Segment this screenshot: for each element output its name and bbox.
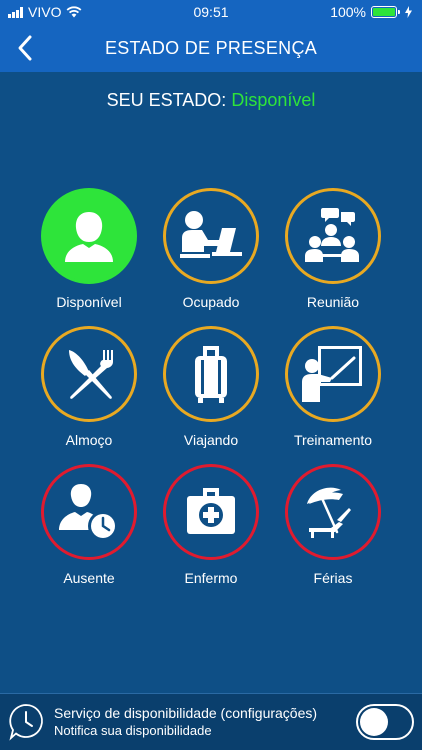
option-label: Disponível xyxy=(56,294,122,310)
option-label: Viajando xyxy=(183,432,239,448)
wifi-icon xyxy=(67,6,82,18)
status-right: 100% xyxy=(330,4,412,20)
option-circle xyxy=(163,464,259,560)
first-aid-kit-icon xyxy=(187,488,235,534)
carrier-name: VIVO xyxy=(28,4,62,20)
suitcase-icon xyxy=(195,346,227,403)
current-state-value: Disponível xyxy=(231,90,316,110)
nav-bar: ESTADO DE PRESENÇA xyxy=(0,24,422,72)
person-icon xyxy=(65,212,113,262)
chevron-left-icon xyxy=(18,35,32,61)
option-label: Almoço xyxy=(65,432,113,448)
fork-knife-icon xyxy=(69,350,113,399)
clock-icon xyxy=(9,704,43,741)
option-treinamento[interactable]: Treinamento xyxy=(273,326,393,448)
training-icon xyxy=(302,346,362,402)
battery-icon xyxy=(371,6,400,18)
availability-service-bar[interactable]: Serviço de disponibilidade (configuraçõe… xyxy=(0,693,422,750)
option-label: Enfermo xyxy=(184,570,238,586)
status-left: VIVO xyxy=(8,4,82,20)
charging-bolt-icon xyxy=(405,6,412,18)
option-circle xyxy=(41,188,137,284)
option-enfermo[interactable]: Enfermo xyxy=(151,464,271,586)
toggle-knob xyxy=(360,708,388,736)
option-circle xyxy=(41,326,137,422)
option-label: Férias xyxy=(313,570,353,586)
option-circle xyxy=(41,464,137,560)
option-circle xyxy=(285,188,381,284)
option-label: Treinamento xyxy=(293,432,373,448)
laptop-worker-icon xyxy=(180,211,242,258)
current-state-label: SEU ESTADO: xyxy=(106,90,227,110)
clock-time: 09:51 xyxy=(193,4,229,20)
option-circle xyxy=(163,188,259,284)
option-circle xyxy=(163,326,259,422)
beach-umbrella-icon xyxy=(307,487,351,538)
battery-percent: 100% xyxy=(330,4,366,20)
option-almoco[interactable]: Almoço xyxy=(29,326,149,448)
option-reuniao[interactable]: Reunião xyxy=(273,188,393,310)
signal-icon xyxy=(8,6,23,18)
meeting-icon xyxy=(305,208,359,262)
page-title: ESTADO DE PRESENÇA xyxy=(104,37,318,58)
person-clock-icon xyxy=(59,484,118,541)
status-bar: VIVO 09:51 100% xyxy=(0,0,422,24)
presence-screen: VIVO 09:51 100% ESTADO DE PRESENÇA SEU E… xyxy=(0,0,422,750)
service-text: Serviço de disponibilidade (configuraçõe… xyxy=(54,705,356,739)
back-button[interactable] xyxy=(14,34,38,62)
option-ferias[interactable]: Férias xyxy=(273,464,393,586)
option-disponivel[interactable]: Disponível xyxy=(29,188,149,310)
availability-toggle[interactable] xyxy=(356,704,414,740)
option-label: Ausente xyxy=(63,570,115,586)
option-circle xyxy=(285,464,381,560)
current-state: SEU ESTADO: Disponível xyxy=(0,90,422,111)
option-label: Ocupado xyxy=(182,294,240,310)
option-ausente[interactable]: Ausente xyxy=(29,464,149,586)
option-label: Reunião xyxy=(306,294,360,310)
option-viajando[interactable]: Viajando xyxy=(151,326,271,448)
option-ocupado[interactable]: Ocupado xyxy=(151,188,271,310)
service-title: Serviço de disponibilidade (configuraçõe… xyxy=(54,705,318,721)
speech-clock-icon xyxy=(6,702,46,742)
option-circle xyxy=(285,326,381,422)
service-subtitle: Notifica sua disponibilidade xyxy=(54,723,212,738)
